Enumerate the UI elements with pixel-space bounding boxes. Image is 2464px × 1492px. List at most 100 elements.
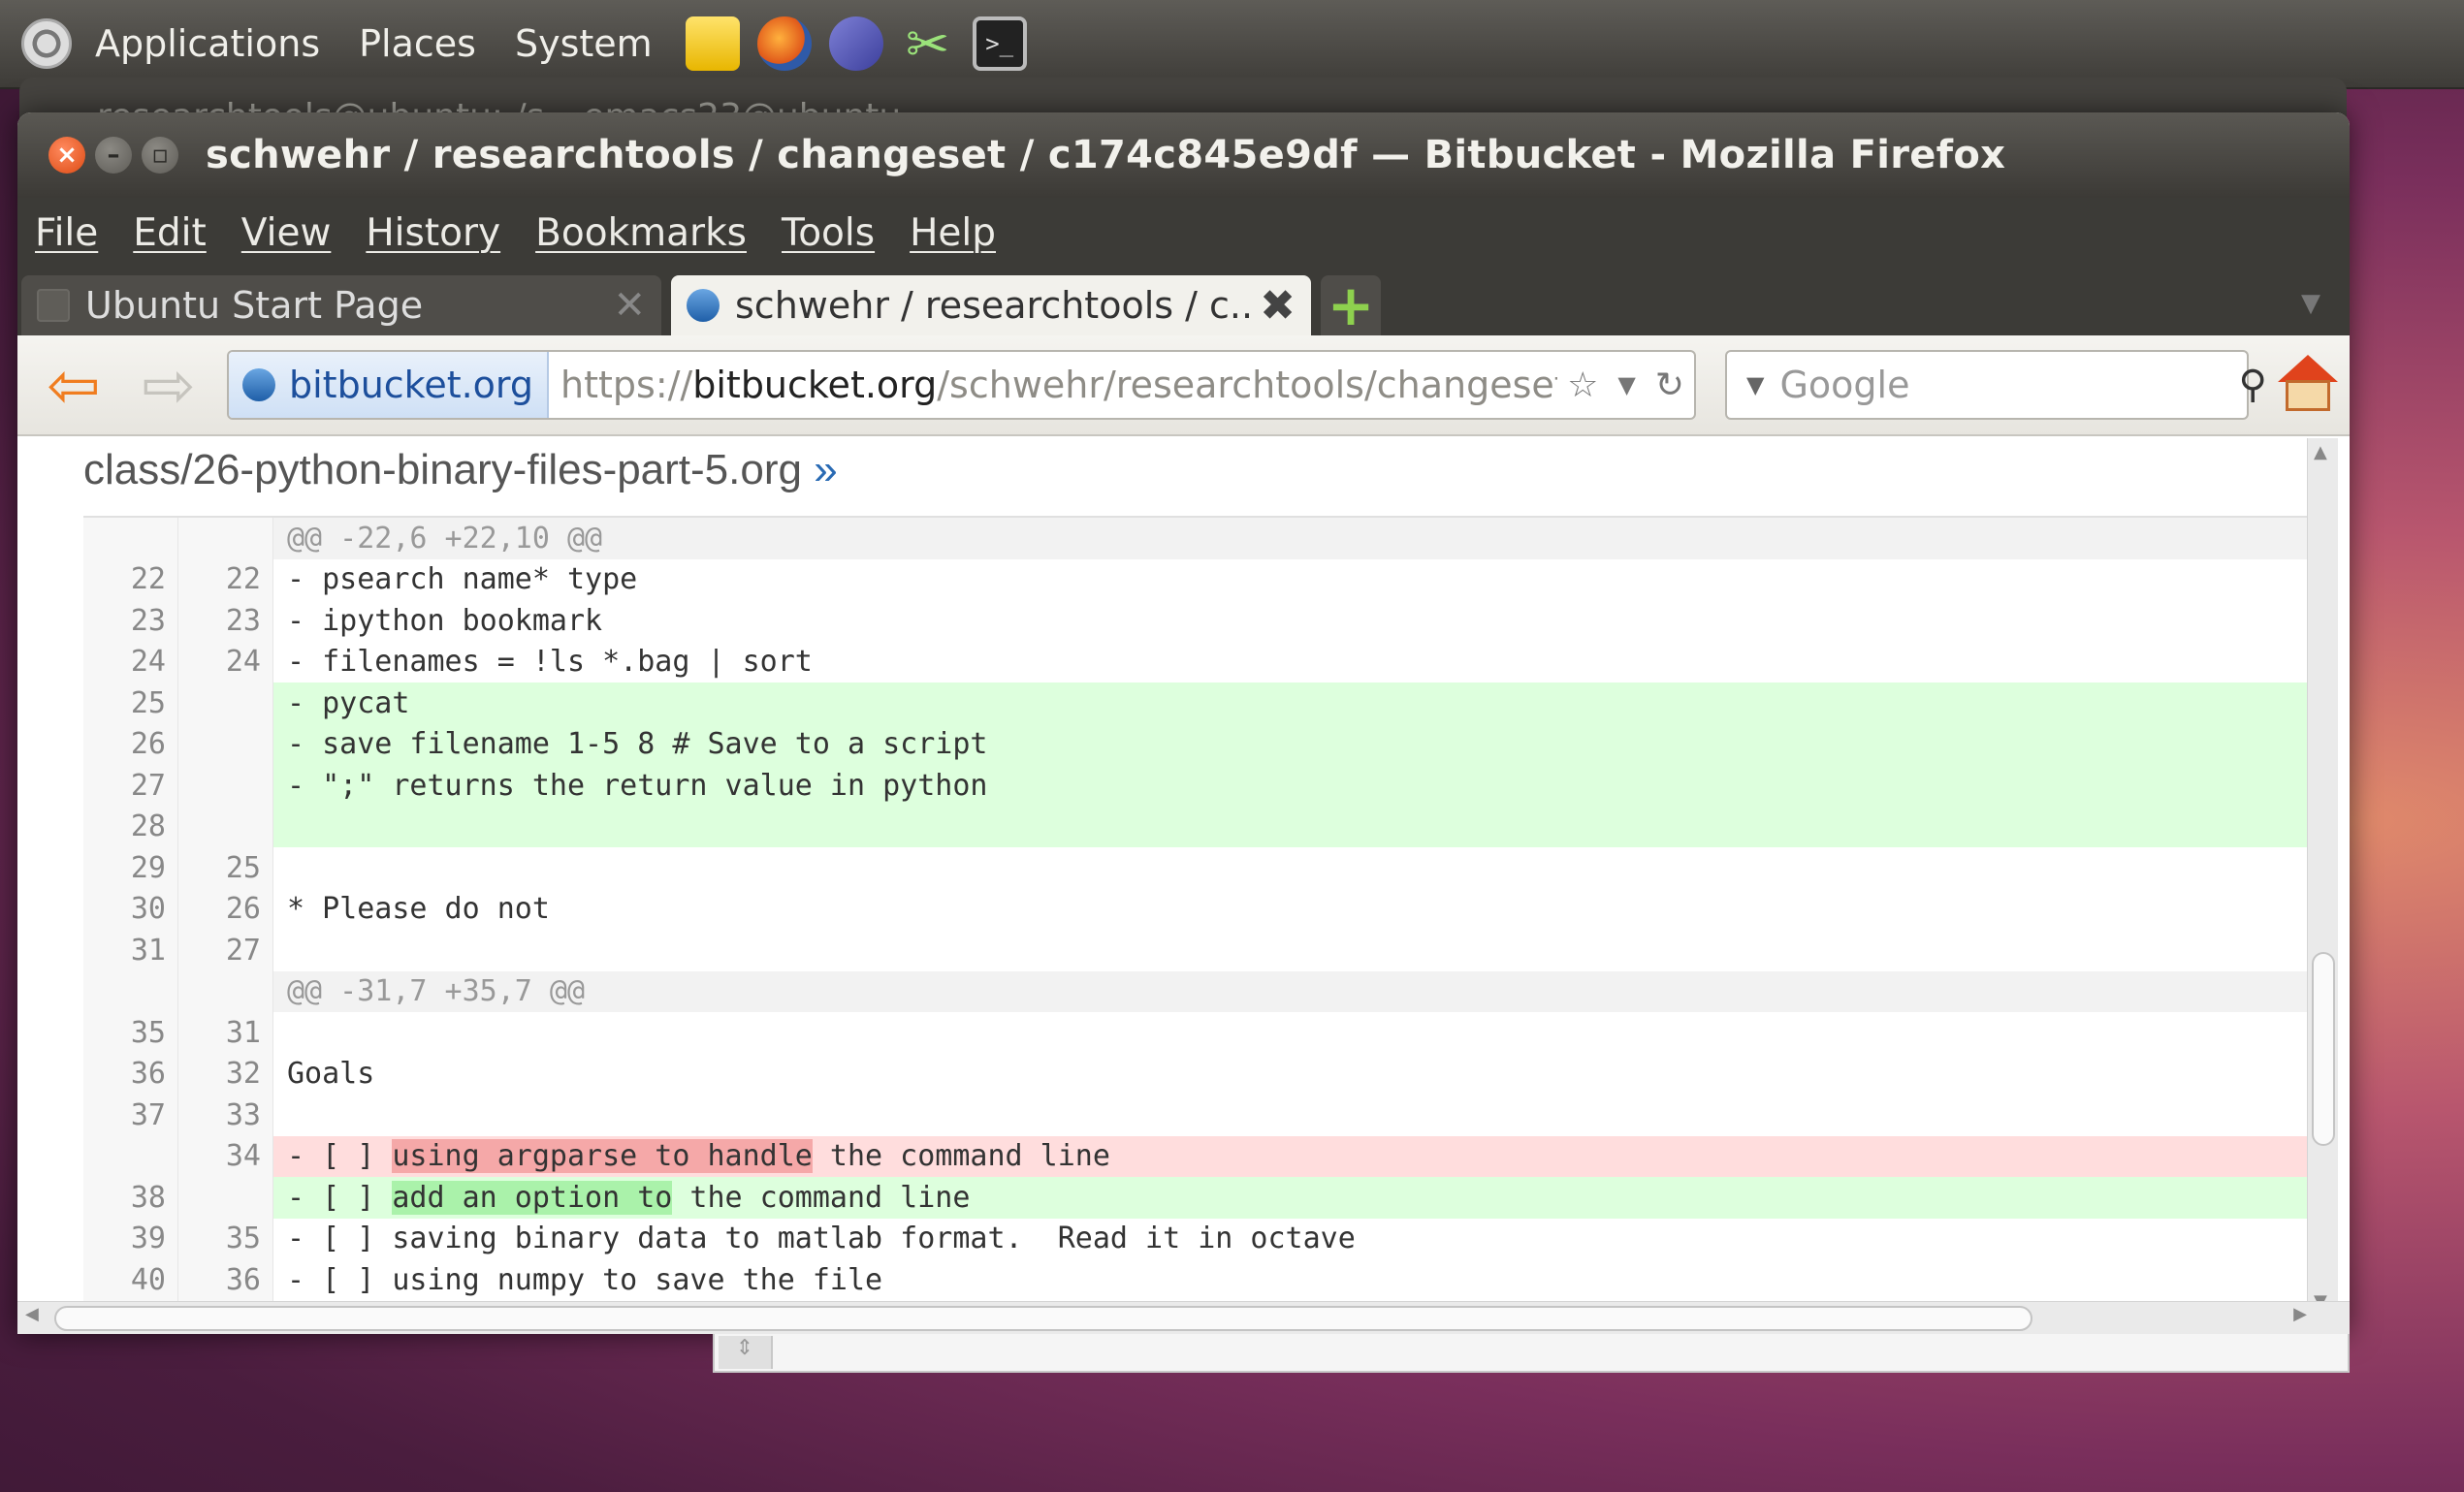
diff-code: - [ ] saving binary data to matlab forma… [273,1219,2314,1260]
diff-code: - pycat [273,683,2314,724]
scroll-left-arrow-icon[interactable]: ◀ [25,1304,39,1324]
back-arrow-icon[interactable]: ⇦ [35,348,112,423]
new-line-number[interactable]: 27 [178,930,273,971]
new-line-number[interactable]: 33 [178,1095,273,1136]
window-minimize-icon[interactable]: – [95,137,132,174]
menu-file[interactable]: File [35,211,98,255]
scroll-right-arrow-icon[interactable]: ▶ [2293,1304,2307,1324]
old-line-number[interactable]: 28 [83,806,178,847]
menu-bookmarks[interactable]: Bookmarks [535,211,747,255]
tab-ubuntu-start-page[interactable]: Ubuntu Start Page ✕ [21,275,661,335]
horizontal-scrollbar[interactable]: ◀ ▶ [17,1301,2350,1334]
new-line-number[interactable]: 31 [178,1012,273,1054]
menu-view[interactable]: View [241,211,332,255]
diff-hunk-header: @@ -22,6 +22,10 @@ [83,518,2314,559]
search-bar[interactable]: ▼ ⚲ [1725,350,2267,420]
home-roof-shape [2278,355,2338,382]
new-line-number[interactable]: 23 [178,600,273,642]
window-close-icon[interactable]: × [48,137,85,174]
menu-edit[interactable]: Edit [133,211,207,255]
home-body-shape [2286,380,2330,411]
old-line-number[interactable]: 40 [83,1259,178,1301]
old-line-number[interactable] [83,970,178,1012]
url-bar[interactable]: bitbucket.org https://bitbucket.org/schw… [227,350,1696,420]
eclipse-launcher-icon[interactable] [828,16,883,71]
resize-grip-icon[interactable]: ⇕ [719,1336,773,1369]
new-line-number[interactable]: 26 [178,888,273,930]
forward-arrow-icon[interactable]: ⇨ [130,348,208,423]
old-line-number[interactable]: 31 [83,930,178,971]
new-line-number[interactable]: 22 [178,558,273,600]
menu-help[interactable]: Help [910,211,996,255]
places-menu[interactable]: Places [359,22,476,65]
old-line-number[interactable]: 36 [83,1053,178,1095]
tab-bitbucket-changeset[interactable]: schwehr / researchtools / c... ✖ [671,275,1311,335]
scroll-up-arrow-icon[interactable]: ▲ [2314,442,2327,462]
new-tab-plus-icon[interactable]: + [1321,272,1381,338]
old-line-number[interactable] [83,518,178,559]
site-identity-button[interactable]: bitbucket.org [229,352,550,418]
old-line-number[interactable]: 26 [83,723,178,765]
menu-tools[interactable]: Tools [782,211,875,255]
applications-menu[interactable]: Applications [95,22,320,65]
search-engine-chevron-down-icon[interactable]: ▼ [1746,371,1764,398]
firefox-launcher-icon[interactable] [756,16,812,71]
diff-line: 40 36 - [ ] using numpy to save the file [83,1259,2314,1301]
url-text[interactable]: https://bitbucket.org/schwehr/researchto… [549,364,1557,406]
new-line-number[interactable] [178,1177,273,1219]
diff-code-text: - ";" returns the return value in python [287,768,988,803]
search-input[interactable] [1764,364,2239,406]
old-line-number[interactable]: 38 [83,1177,178,1219]
old-line-number[interactable]: 37 [83,1095,178,1136]
bookmark-star-icon[interactable]: ☆ [1567,365,1598,405]
menu-history[interactable]: History [366,211,500,255]
home-icon[interactable] [2278,355,2338,415]
url-history-dropdown-icon[interactable]: ▼ [1617,371,1635,398]
old-line-number[interactable]: 30 [83,888,178,930]
old-line-number[interactable]: 23 [83,600,178,642]
window-titlebar[interactable]: × – ▫ schwehr / researchtools / changese… [17,112,2350,198]
new-line-number[interactable] [178,765,273,807]
new-line-number[interactable] [178,518,273,559]
new-line-number[interactable]: 24 [178,641,273,683]
file-path[interactable]: class/26-python-binary-files-part-5.org [83,446,802,493]
old-line-number[interactable]: 25 [83,683,178,724]
terminal-launcher-icon[interactable]: >_ [972,16,1027,71]
site-identity-label: bitbucket.org [289,364,534,406]
old-line-number[interactable]: 29 [83,847,178,889]
old-line-number[interactable] [83,1135,178,1177]
old-line-number[interactable]: 39 [83,1218,178,1259]
tools-launcher-icon[interactable]: ✂ [901,14,955,75]
new-line-number[interactable]: 36 [178,1259,273,1301]
reload-icon[interactable]: ↻ [1655,365,1684,405]
new-line-number[interactable] [178,723,273,765]
vertical-scrollbar-thumb[interactable] [2312,952,2335,1146]
new-line-number[interactable]: 32 [178,1053,273,1095]
new-line-number[interactable]: 34 [178,1135,273,1177]
horizontal-scrollbar-thumb[interactable] [54,1306,2032,1331]
old-line-number[interactable]: 27 [83,765,178,807]
new-line-number[interactable] [178,806,273,847]
ubuntu-logo-icon[interactable] [21,18,72,69]
tab-close-icon[interactable]: ✖ [1260,281,1296,331]
vertical-scrollbar[interactable]: ▲ ▼ [2307,438,2338,1316]
tab-list-chevron-down-icon[interactable]: ▼ [2301,289,2320,318]
window-maximize-icon[interactable]: ▫ [142,137,178,174]
new-line-number[interactable] [178,970,273,1012]
new-line-number[interactable] [178,683,273,724]
new-line-number[interactable]: 25 [178,847,273,889]
old-line-number[interactable]: 22 [83,558,178,600]
system-menu[interactable]: System [515,22,653,65]
notes-launcher-icon[interactable] [685,16,740,71]
file-heading[interactable]: class/26-python-binary-files-part-5.org … [83,446,838,494]
search-icon[interactable]: ⚲ [2238,363,2266,407]
tab-close-icon[interactable]: ✕ [613,283,646,328]
file-heading-chevron[interactable]: » [814,446,837,493]
diff-code: @@ -22,6 +22,10 @@ [273,518,2314,559]
old-line-number[interactable]: 24 [83,641,178,683]
new-line-number[interactable]: 35 [178,1218,273,1259]
diff-code-text: - pycat [287,685,410,720]
diff-line: 38 - [ ] add an option to the command lin… [83,1177,2314,1219]
old-line-number[interactable]: 35 [83,1012,178,1054]
diff-hunk-header: @@ -31,7 +35,7 @@ [83,970,2314,1012]
